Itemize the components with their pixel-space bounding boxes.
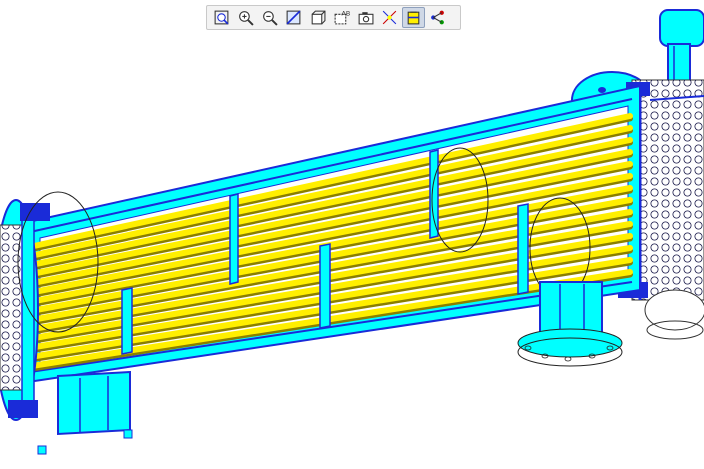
zoom-in-button[interactable] [234, 7, 257, 28]
zoom-fit-button[interactable] [210, 7, 233, 28]
camera-button[interactable] [354, 7, 377, 28]
display-style-icon: AB [334, 9, 351, 25]
section-view-icon [286, 10, 301, 25]
inlet-nozzle-bottom [37, 370, 133, 455]
3d-viewport[interactable]: AB [0, 0, 704, 469]
zoom-out-button[interactable] [258, 7, 281, 28]
share-icon [431, 10, 444, 25]
svg-text:AB: AB [342, 9, 351, 17]
section-plane-button[interactable] [402, 7, 425, 28]
share-button[interactable] [426, 7, 449, 28]
camera-icon [358, 12, 374, 25]
explode-icon [382, 10, 397, 25]
explode-button[interactable] [378, 7, 401, 28]
heat-exchanger-model[interactable] [0, 0, 704, 469]
viewer-toolbar: AB [206, 5, 461, 30]
zoom-out-icon [263, 11, 278, 26]
zoom-in-icon [239, 11, 254, 26]
view-orientation-button[interactable] [306, 7, 329, 28]
view-orientation-icon [311, 10, 326, 25]
section-plane-icon [407, 11, 420, 25]
section-view-button[interactable] [282, 7, 305, 28]
display-style-button[interactable]: AB [330, 7, 353, 28]
zoom-fit-icon [214, 10, 229, 25]
